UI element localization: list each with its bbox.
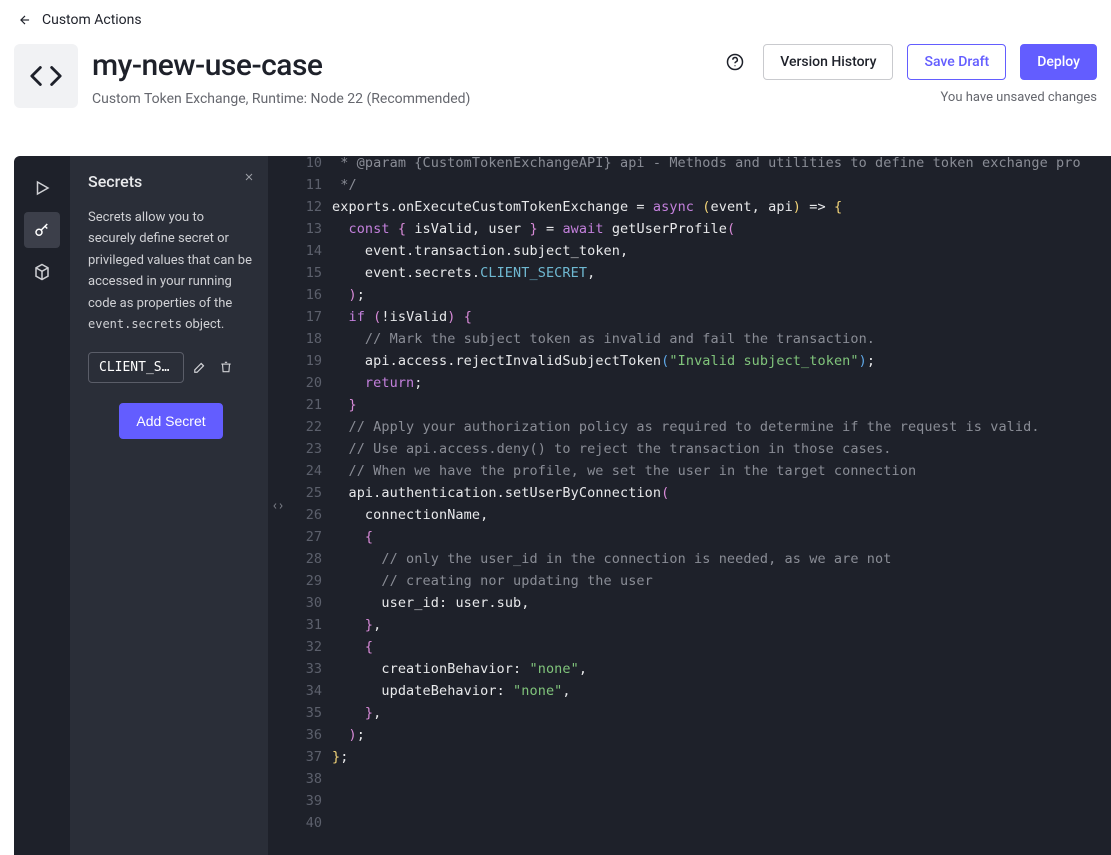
back-arrow-icon[interactable]: [18, 13, 32, 27]
rail-dependencies-icon[interactable]: [24, 254, 60, 290]
breadcrumb-label[interactable]: Custom Actions: [42, 12, 142, 28]
line-gutter: 1011121314151617181920212223242526272829…: [288, 156, 332, 855]
panel-desc-text-1: Secrets allow you to securely define sec…: [88, 210, 252, 311]
secrets-panel: Secrets Secrets allow you to securely de…: [70, 156, 268, 855]
secret-chip[interactable]: CLIENT_S…: [88, 352, 184, 383]
edit-secret-icon[interactable]: [192, 359, 208, 375]
panel-desc-text-2: object.: [182, 317, 224, 332]
page-subtitle: Custom Token Exchange, Runtime: Node 22 …: [92, 91, 707, 107]
rail-secrets-icon[interactable]: [24, 212, 60, 248]
panel-title: Secrets: [88, 172, 254, 191]
resize-handle[interactable]: [268, 156, 288, 855]
panel-desc-code: event.secrets: [88, 317, 182, 331]
help-icon[interactable]: [721, 48, 749, 76]
delete-secret-icon[interactable]: [218, 359, 234, 375]
add-secret-button[interactable]: Add Secret: [119, 403, 222, 439]
version-history-button[interactable]: Version History: [763, 44, 893, 80]
editor-rail: [14, 156, 70, 855]
panel-description: Secrets allow you to securely define sec…: [88, 207, 254, 336]
action-type-icon: [14, 44, 78, 108]
deploy-button[interactable]: Deploy: [1020, 44, 1097, 80]
page-header: my-new-use-case Custom Token Exchange, R…: [0, 38, 1111, 134]
rail-test-icon[interactable]: [24, 170, 60, 206]
close-panel-icon[interactable]: [240, 168, 258, 186]
code-content[interactable]: * @param {CustomTokenExchangeAPI} api - …: [332, 156, 1111, 855]
unsaved-changes-label: You have unsaved changes: [941, 90, 1097, 105]
page-title: my-new-use-case: [92, 48, 707, 83]
save-draft-button[interactable]: Save Draft: [907, 44, 1006, 80]
breadcrumb[interactable]: Custom Actions: [0, 0, 1111, 38]
editor-area: Secrets Secrets allow you to securely de…: [14, 156, 1111, 855]
code-editor[interactable]: 1011121314151617181920212223242526272829…: [288, 156, 1111, 855]
secret-row: CLIENT_S…: [88, 352, 254, 383]
